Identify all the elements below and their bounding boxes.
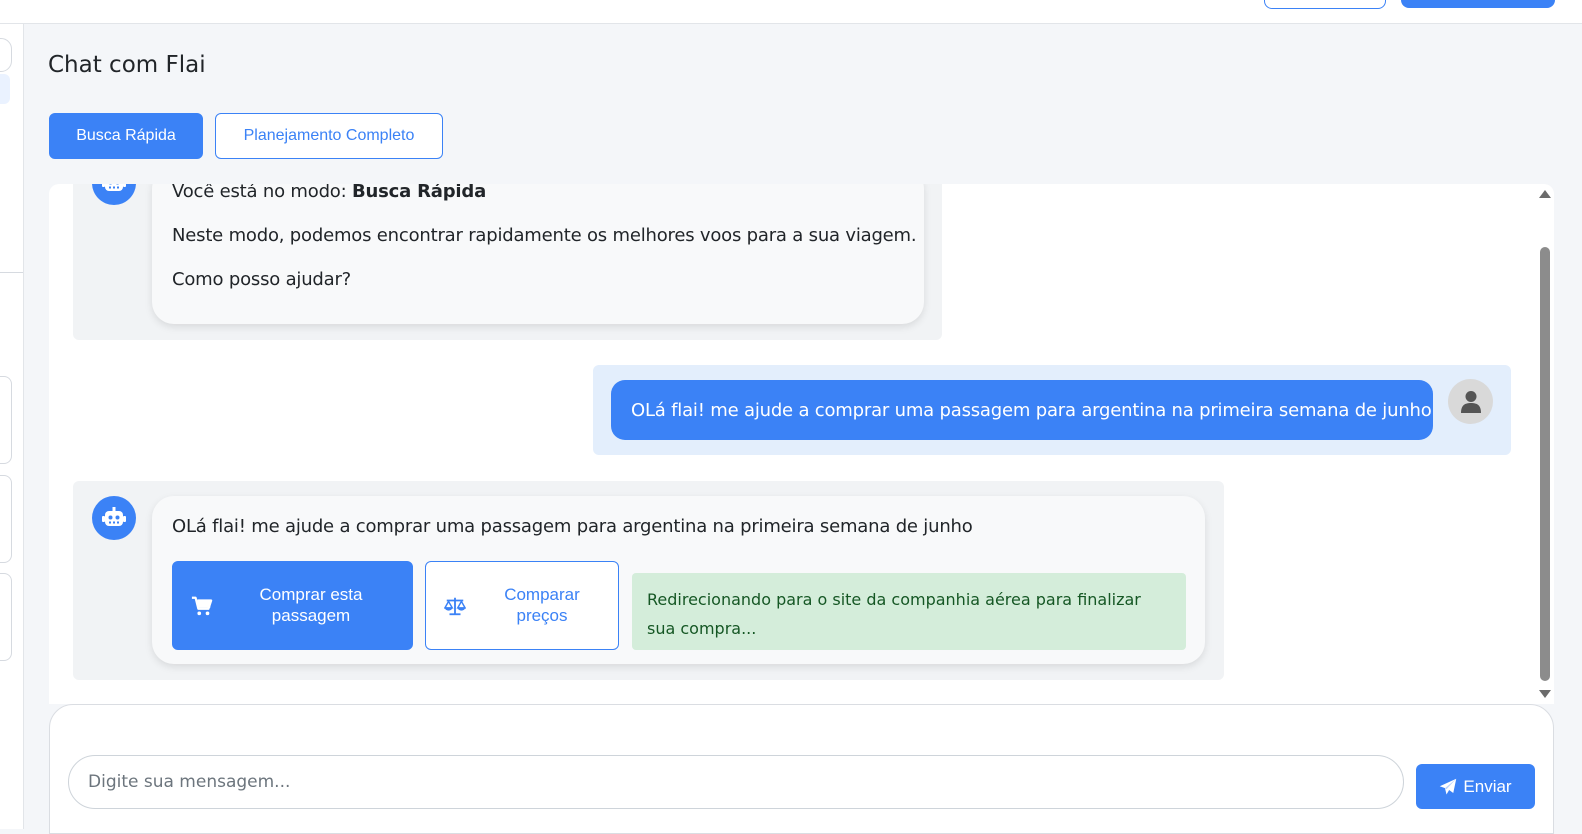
- sidebar-search-field[interactable]: [0, 38, 12, 72]
- sidebar-divider: [0, 272, 23, 273]
- paper-plane-icon: [1440, 778, 1457, 794]
- scrollbar-thumb[interactable]: [1540, 247, 1550, 681]
- compare-prices-label: Comparar preços: [504, 585, 580, 625]
- compare-prices-button[interactable]: Comparar preços: [425, 561, 619, 650]
- buy-ticket-button[interactable]: Comprar esta passagem: [172, 561, 413, 650]
- bot-message-text: Neste modo, podemos encontrar rapidament…: [172, 225, 917, 246]
- cart-icon: [191, 596, 213, 616]
- mode-indicator-value: Busca Rápida: [352, 184, 487, 202]
- header-outline-button[interactable]: [1264, 0, 1386, 9]
- sidebar-card[interactable]: [0, 475, 12, 563]
- sidebar-card[interactable]: [0, 376, 12, 464]
- robot-icon: [92, 184, 136, 205]
- send-button[interactable]: Enviar: [1416, 764, 1535, 809]
- mode-indicator-text: Você está no modo: Busca Rápida: [172, 184, 486, 202]
- user-icon: [1448, 379, 1493, 424]
- mode-indicator-prefix: Você está no modo:: [172, 184, 352, 202]
- bot-message-bubble: OLá flai! me ajude a comprar uma passage…: [152, 496, 1205, 664]
- bot-message-row: OLá flai! me ajude a comprar uma passage…: [73, 481, 1224, 680]
- sidebar-card[interactable]: [0, 573, 12, 661]
- sidebar: [0, 24, 24, 829]
- top-header: [0, 0, 1582, 24]
- robot-icon: [92, 496, 136, 540]
- scale-icon: [444, 597, 466, 616]
- sidebar-active-item[interactable]: [0, 74, 10, 104]
- scroll-down-arrow[interactable]: [1539, 690, 1551, 698]
- bot-message-text: Como posso ajudar?: [172, 269, 352, 290]
- buy-ticket-label: Comprar esta passagem: [259, 585, 363, 625]
- message-composer: Enviar: [49, 704, 1554, 834]
- bot-message-text: OLá flai! me ajude a comprar uma passage…: [172, 516, 973, 537]
- bot-message-bubble: Você está no modo: Busca Rápida Neste mo…: [152, 184, 924, 324]
- full-planning-mode-button[interactable]: Planejamento Completo: [215, 113, 443, 159]
- message-input[interactable]: [68, 755, 1404, 809]
- user-message-row: OLá flai! me ajude a comprar uma passage…: [593, 365, 1511, 455]
- header-primary-button[interactable]: [1401, 0, 1555, 8]
- quick-search-mode-button[interactable]: Busca Rápida: [49, 113, 203, 159]
- bot-message-row: Você está no modo: Busca Rápida Neste mo…: [73, 184, 942, 340]
- chat-messages-panel[interactable]: Você está no modo: Busca Rápida Neste mo…: [49, 184, 1554, 704]
- page-title: Chat com Flai: [48, 52, 206, 78]
- user-message-bubble: OLá flai! me ajude a comprar uma passage…: [611, 380, 1433, 440]
- send-button-label: Enviar: [1463, 776, 1512, 796]
- redirect-status-alert: Redirecionando para o site da companhia …: [632, 573, 1186, 650]
- scroll-up-arrow[interactable]: [1539, 190, 1551, 198]
